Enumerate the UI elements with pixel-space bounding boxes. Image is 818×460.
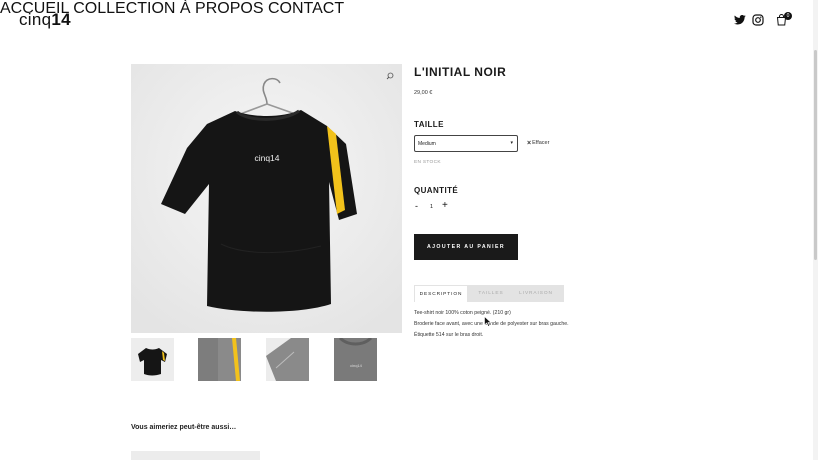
quantity-input[interactable]: 1 (430, 204, 433, 210)
size-label: TAILLE (414, 120, 444, 129)
add-to-cart-button[interactable]: AJOUTER AU PANIER (414, 234, 518, 260)
product-tabs: DESCRIPTION TAILLES LIVRAISON (414, 285, 564, 302)
tab-description[interactable]: DESCRIPTION (414, 285, 468, 302)
product-thumbnail-2[interactable] (198, 338, 241, 381)
zoom-icon[interactable] (386, 72, 394, 80)
page-scrollbar[interactable] (813, 0, 818, 460)
product-main-image[interactable]: cinq14 (131, 64, 402, 333)
description-line: Étiquette 514 sur le bras droit. (414, 332, 484, 338)
description-line: Tee-shirt noir 100% coton peigné. (210 g… (414, 310, 511, 316)
quantity-label: QUANTITÉ (414, 186, 459, 195)
related-product-card[interactable] (131, 451, 260, 460)
tab-tailles[interactable]: TAILLES (476, 285, 506, 302)
main-nav: ACCUEIL COLLECTION À PROPOS CONTACT (0, 0, 818, 18)
quantity-decrease-button[interactable]: - (415, 201, 418, 211)
related-products-title: Vous aimeriez peut-être aussi… (131, 424, 237, 431)
stock-status: EN STOCK (414, 160, 441, 165)
instagram-icon[interactable] (752, 14, 764, 26)
product-thumbnail-4[interactable]: cinq14 (334, 338, 377, 381)
site-logo[interactable]: cinq14 (19, 10, 71, 30)
product-title: L'INITIAL NOIR (414, 65, 507, 79)
nav-contact[interactable]: CONTACT (268, 0, 344, 17)
chevron-down-icon: ▾ (510, 140, 513, 146)
size-select[interactable]: Medium ▾ (414, 135, 518, 152)
product-thumbnail-1[interactable] (131, 338, 174, 381)
quantity-increase-button[interactable]: + (442, 200, 448, 211)
thumbnail-print-text: cinq14 (350, 363, 363, 368)
mouse-cursor-icon (484, 316, 492, 327)
tab-livraison[interactable]: LIVRAISON (514, 285, 558, 302)
shirt-print-text: cinq14 (254, 153, 279, 163)
product-thumbnail-3[interactable] (266, 338, 309, 381)
twitter-icon[interactable] (734, 15, 746, 25)
product-price: 29,00 € (414, 90, 433, 96)
nav-collection[interactable]: COLLECTION (73, 0, 175, 17)
nav-a-propos[interactable]: À PROPOS (180, 0, 264, 17)
cart-count-badge: 0 (784, 12, 792, 20)
tshirt-on-hanger-image: cinq14 (131, 64, 402, 333)
size-select-value: Medium (418, 141, 436, 147)
clear-size-link[interactable]: ×Effacer (527, 140, 549, 147)
close-icon: × (527, 140, 532, 147)
scrollbar-thumb[interactable] (814, 50, 817, 260)
